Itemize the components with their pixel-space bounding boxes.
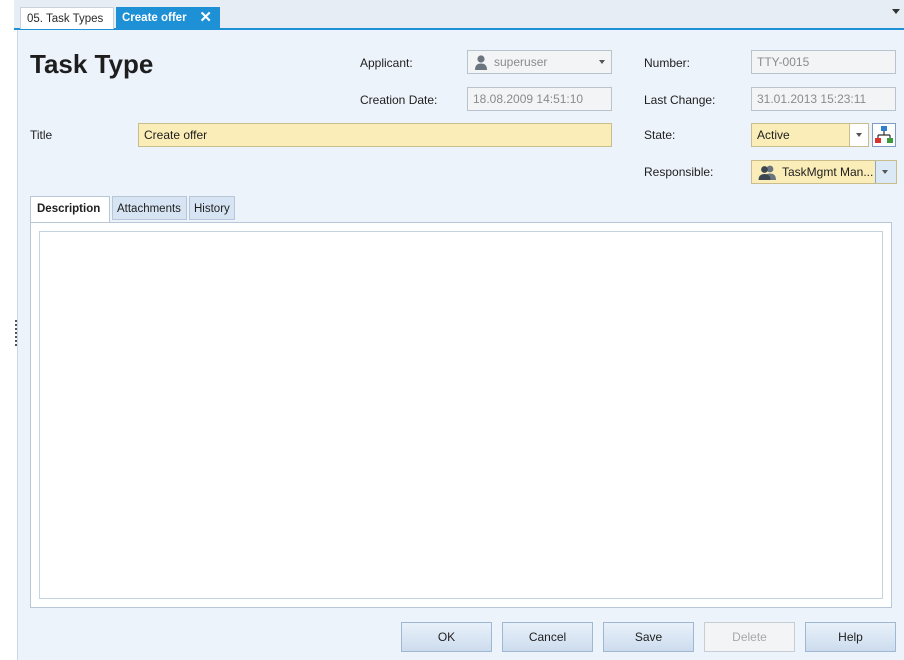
tab-task-types[interactable]: 05. Task Types [20, 7, 114, 29]
chevron-down-icon[interactable] [892, 9, 900, 14]
description-panel [30, 222, 892, 608]
ok-button[interactable]: OK [401, 622, 492, 652]
number-field: TTY-0015 [751, 50, 896, 74]
creation-date-label: Creation Date: [360, 93, 438, 107]
responsible-label: Responsible: [644, 165, 714, 179]
state-workflow-button[interactable] [872, 123, 896, 147]
applicant-label: Applicant: [360, 56, 413, 70]
document-tab-strip: 05. Task Types Create offer ✕ [14, 0, 904, 30]
group-icon [758, 165, 776, 180]
state-value: Active [757, 128, 790, 142]
chevron-down-icon[interactable] [875, 161, 896, 183]
tab-create-offer[interactable]: Create offer ✕ [116, 7, 220, 29]
tab-history[interactable]: History [189, 196, 235, 220]
tab-description[interactable]: Description [30, 196, 110, 222]
delete-button: Delete [704, 622, 795, 652]
last-change-label: Last Change: [644, 93, 716, 107]
save-button[interactable]: Save [603, 622, 694, 652]
tab-label: 05. Task Types [27, 13, 104, 25]
help-button[interactable]: Help [805, 622, 896, 652]
state-combo[interactable]: Active [751, 123, 869, 147]
tab-label: Description [37, 203, 101, 215]
user-icon [475, 55, 487, 70]
close-icon[interactable]: ✕ [199, 7, 212, 29]
applicant-value: superuser [494, 55, 548, 69]
chevron-down-icon[interactable] [593, 51, 611, 73]
hierarchy-icon [875, 126, 893, 143]
tab-label: Attachments [117, 203, 181, 215]
creation-date-field: 18.08.2009 14:51:10 [467, 87, 612, 111]
tab-label: History [194, 203, 230, 215]
tab-label: Create offer [122, 12, 187, 24]
last-change-field: 31.01.2013 15:23:11 [751, 87, 896, 111]
number-label: Number: [644, 56, 691, 70]
applicant-combo[interactable]: superuser [467, 50, 612, 74]
description-editor[interactable] [39, 231, 883, 599]
task-type-form: Task Type Applicant: superuser Creation … [17, 30, 904, 660]
tab-attachments[interactable]: Attachments [112, 196, 187, 220]
title-input[interactable]: Create offer [138, 123, 612, 147]
title-label: Title [30, 128, 53, 142]
chevron-down-icon[interactable] [849, 124, 868, 146]
responsible-combo[interactable]: TaskMgmt Man... [751, 160, 897, 184]
page-title: Task Type [30, 49, 154, 79]
cancel-button[interactable]: Cancel [502, 622, 593, 652]
responsible-value: TaskMgmt Man... [782, 165, 874, 179]
state-label: State: [644, 128, 676, 142]
